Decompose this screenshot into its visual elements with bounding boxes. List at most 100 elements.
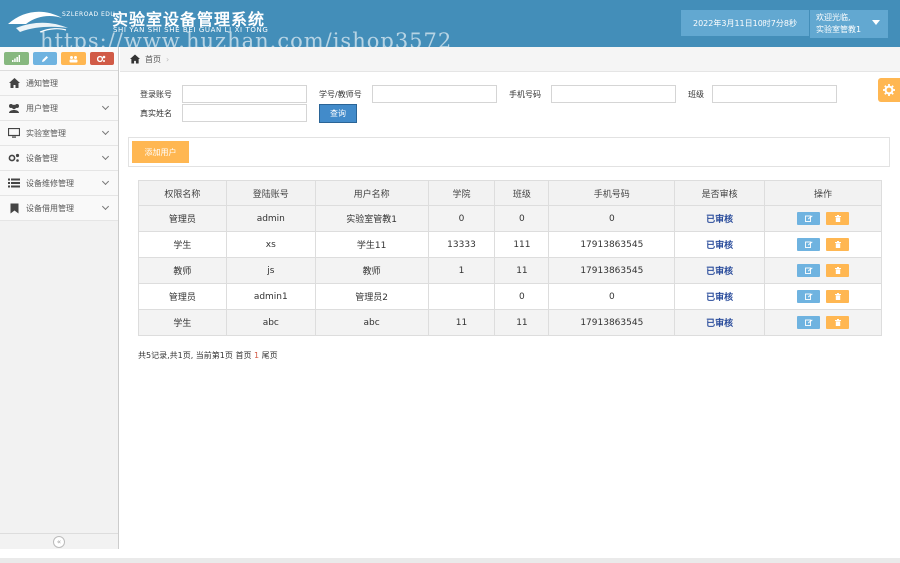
- column-header: 手机号码: [548, 180, 676, 206]
- actions-cell: [764, 309, 882, 336]
- username-cell: 管理员2: [314, 283, 429, 310]
- edit-button[interactable]: [797, 316, 821, 329]
- user-menu[interactable]: 欢迎光临, 实验室管教1: [810, 10, 888, 38]
- delete-button[interactable]: [826, 290, 850, 303]
- column-header: 学院: [427, 180, 496, 206]
- sidebar-item-lab[interactable]: 实验室管理: [0, 121, 118, 146]
- table-row: 教师 js 教师 1 11 17913863545 已审核: [138, 257, 882, 284]
- shortcut-chart-button[interactable]: [4, 52, 29, 65]
- delete-button[interactable]: [826, 264, 850, 277]
- chevron-down-icon: [101, 177, 110, 186]
- chevron-right-icon: ›: [166, 54, 170, 64]
- table-row: 学生 xs 学生11 13333 111 17913863545 已审核: [138, 231, 882, 258]
- username: 实验室管教1: [816, 25, 862, 34]
- phone-cell: 0: [548, 205, 676, 232]
- chevron-down-icon: [101, 102, 110, 111]
- footer-bar: [0, 558, 900, 563]
- student-id-label: 学号/教师号: [319, 90, 362, 99]
- shortcut-edit-button[interactable]: [32, 52, 57, 65]
- edit-button[interactable]: [797, 238, 821, 251]
- sidebar-item-users[interactable]: 用户管理: [0, 96, 118, 121]
- current-datetime: 2022年3月11日10时7分8秒: [681, 10, 809, 36]
- delete-button[interactable]: [826, 316, 850, 329]
- real-name-input[interactable]: [182, 104, 307, 122]
- class-cell: 111: [494, 231, 550, 258]
- top-header: SZLEROAD EDU 实验室设备管理系统 SHI YAN SHI SHE B…: [0, 0, 900, 47]
- column-header: 权限名称: [138, 180, 227, 206]
- sidebar-item-label: 实验室管理: [26, 128, 66, 138]
- user-table: 权限名称 登陆账号 用户名称 学院 班级 手机号码 是否审核 操作 管理员 ad…: [138, 180, 882, 336]
- list-icon: [8, 177, 20, 189]
- query-button[interactable]: 查询: [319, 104, 357, 123]
- sidebar-item-borrow[interactable]: 设备借用管理: [0, 196, 118, 221]
- status-badge: 已审核: [674, 283, 766, 310]
- edit-button[interactable]: [797, 264, 821, 277]
- login-account-input[interactable]: [182, 85, 307, 103]
- shortcut-settings-button[interactable]: [89, 52, 114, 65]
- status-badge: 已审核: [674, 257, 766, 284]
- edit-icon: [804, 319, 813, 326]
- role-cell: 学生: [138, 231, 227, 258]
- signal-icon: [12, 55, 21, 62]
- username-cell: abc: [314, 309, 429, 336]
- edit-button[interactable]: [797, 212, 821, 225]
- double-chevron-left-icon[interactable]: «: [53, 536, 65, 548]
- toolbar-panel: 添加用户: [128, 137, 890, 167]
- edit-button[interactable]: [797, 290, 821, 303]
- users-icon: [69, 55, 78, 62]
- pencil-icon: [41, 55, 48, 62]
- phone-cell: 0: [548, 283, 676, 310]
- sidebar-item-notice[interactable]: 通知管理: [0, 71, 118, 96]
- edit-icon: [804, 215, 813, 222]
- breadcrumb: 首页 ›: [120, 47, 900, 72]
- college-cell: 11: [427, 309, 496, 336]
- sidebar-item-label: 用户管理: [26, 103, 58, 113]
- student-id-input[interactable]: [372, 85, 497, 103]
- settings-toggle-button[interactable]: [878, 78, 900, 102]
- breadcrumb-home-link[interactable]: 首页: [145, 54, 161, 65]
- username-cell: 实验室管教1: [314, 205, 429, 232]
- column-header: 班级: [494, 180, 550, 206]
- last-page-link[interactable]: 尾页: [259, 351, 278, 360]
- status-badge: 已审核: [674, 231, 766, 258]
- users-icon: [8, 102, 20, 114]
- class-cell: 11: [494, 257, 550, 284]
- table-row: 管理员 admin 实验室管教1 0 0 0 已审核: [138, 205, 882, 232]
- login-account-label: 登录账号: [140, 90, 172, 99]
- username-cell: 教师: [314, 257, 429, 284]
- column-header: 登陆账号: [225, 180, 316, 206]
- app-subtitle: SHI YAN SHI SHE BEI GUAN LI XI TONG: [113, 26, 269, 34]
- account-cell: admin1: [225, 283, 316, 310]
- sidebar: 通知管理 用户管理 实验室管理 设备管理 设备维修管理 设备借用管理 «: [0, 47, 119, 549]
- gear-icon: [883, 84, 895, 96]
- sidebar-item-repair[interactable]: 设备维修管理: [0, 171, 118, 196]
- role-cell: 管理员: [138, 205, 227, 232]
- college-cell: [427, 283, 496, 310]
- delete-button[interactable]: [826, 212, 850, 225]
- sidebar-item-equipment[interactable]: 设备管理: [0, 146, 118, 171]
- chevron-down-icon: [101, 152, 110, 161]
- role-cell: 学生: [138, 309, 227, 336]
- sidebar-item-label: 通知管理: [26, 78, 58, 88]
- sidebar-item-label: 设备借用管理: [26, 203, 74, 213]
- delete-button[interactable]: [826, 238, 850, 251]
- phone-input[interactable]: [551, 85, 676, 103]
- sidebar-collapse-bar: «: [0, 533, 118, 549]
- add-user-button[interactable]: 添加用户: [132, 141, 189, 163]
- table-row: 管理员 admin1 管理员2 0 0 已审核: [138, 283, 882, 310]
- bookmark-icon: [8, 202, 20, 214]
- home-icon: [8, 77, 20, 89]
- college-cell: 13333: [427, 231, 496, 258]
- home-icon[interactable]: [130, 54, 140, 64]
- college-cell: 0: [427, 205, 496, 232]
- class-input[interactable]: [712, 85, 837, 103]
- chevron-down-icon: [101, 202, 110, 211]
- shortcut-users-button[interactable]: [61, 52, 86, 65]
- edit-icon: [804, 241, 813, 248]
- college-cell: 1: [427, 257, 496, 284]
- account-cell: js: [225, 257, 316, 284]
- pagination-summary: 共5记录,共1页, 当前第1页 首页: [138, 351, 254, 360]
- logo-text: SZLEROAD EDU: [62, 11, 116, 18]
- edit-icon: [804, 293, 813, 300]
- trash-icon: [834, 215, 841, 222]
